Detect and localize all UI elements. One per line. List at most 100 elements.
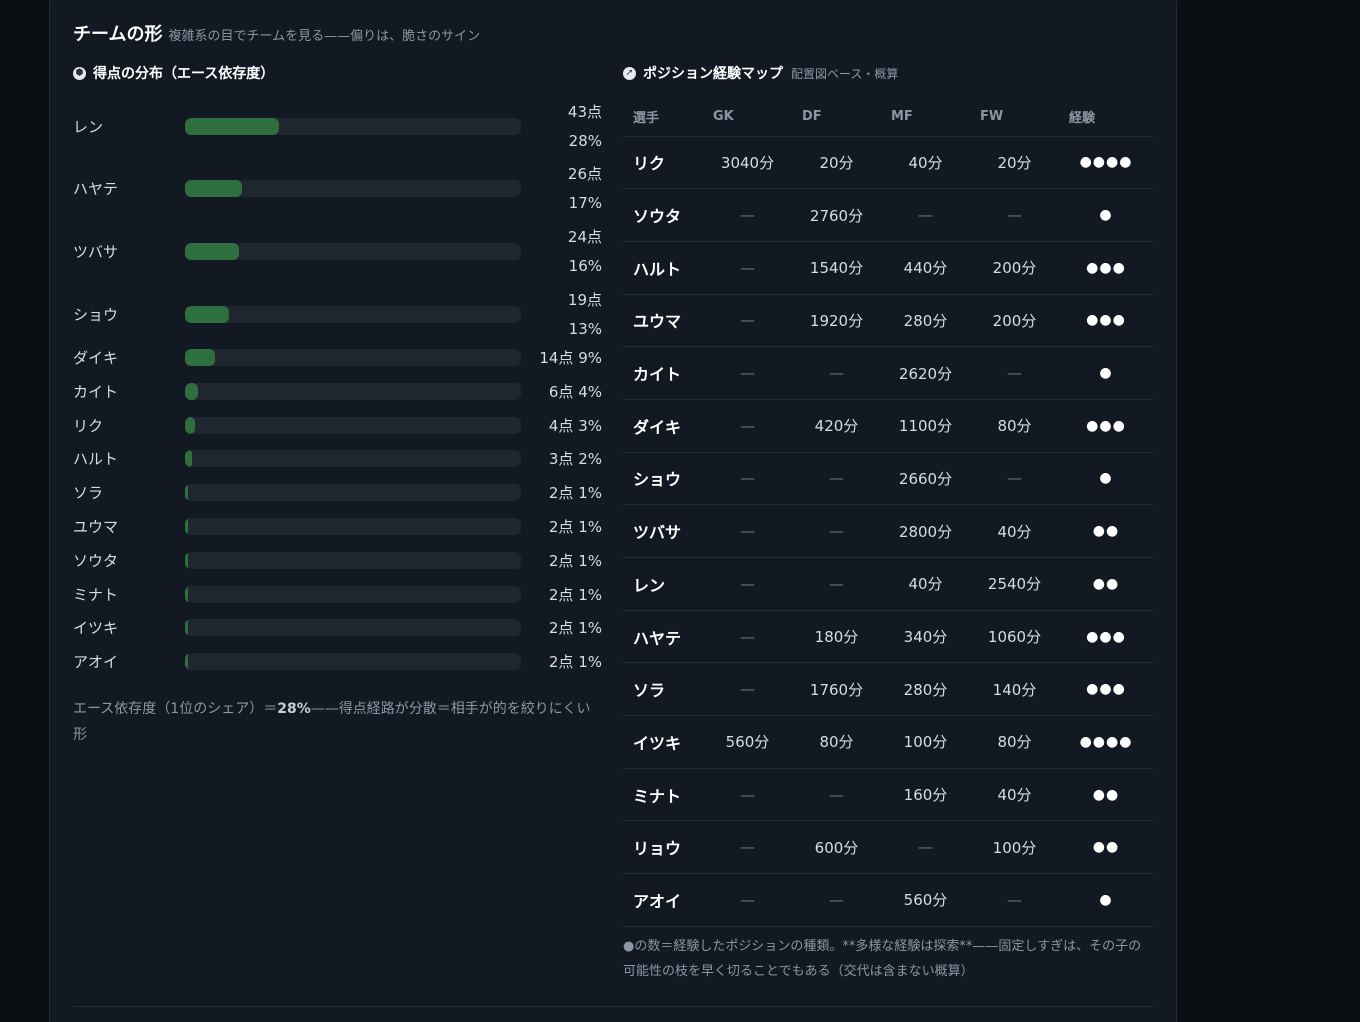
- experience-dots-cell: ●●: [1059, 768, 1153, 822]
- score-bar-fill: [185, 450, 192, 468]
- score-share: 17%: [568, 194, 602, 212]
- score-bar-fill: [185, 306, 229, 323]
- mf-minutes-cell: 440分: [881, 241, 970, 295]
- score-bar-track: [185, 551, 521, 569]
- score-bar-row: レン 43点 28%: [73, 98, 605, 156]
- score-bar-fill: [185, 180, 242, 197]
- score-bar-row: ダイキ 14点 9%: [73, 345, 605, 371]
- player-name-cell: アオイ: [623, 873, 703, 927]
- score-bar-row: ハルト 3点 2%: [73, 446, 605, 472]
- table-row: イツキ 560分 80分 100分 80分 ●●●●: [623, 715, 1153, 769]
- mf-minutes-cell: 2660分: [881, 452, 970, 506]
- experience-dots-cell: ●●●: [1059, 399, 1153, 453]
- score-share: 16%: [568, 257, 602, 275]
- score-section-header: ⬢ 得点の分布（エース依存度）: [73, 62, 605, 84]
- score-bar-row: ショウ 19点 13%: [73, 286, 605, 344]
- score-bar-track: [185, 416, 521, 434]
- score-value: 2点 1%: [549, 617, 602, 638]
- score-share: 4%: [578, 382, 602, 401]
- player-name-cell: ショウ: [623, 452, 703, 506]
- score-share: 13%: [568, 320, 602, 338]
- score-points: 2点: [548, 518, 574, 536]
- score-value: 4点 3%: [549, 415, 602, 436]
- gk-minutes-cell: —: [703, 662, 792, 717]
- score-points: 2点: [548, 484, 574, 503]
- position-table: 選手 GK DF MF FW 経験 リク 3040分 20分 40分 20分 ●●●● ソウ…: [623, 98, 1153, 927]
- player-name: レン: [73, 118, 104, 136]
- player-name: イツキ: [73, 619, 119, 638]
- fw-minutes-cell: —: [970, 452, 1059, 506]
- table-row: リョウ —600分 —100分 ●●: [623, 820, 1153, 875]
- fw-minutes-cell: 20分: [970, 136, 1059, 190]
- score-bar-row: ユウマ 2点 1%: [73, 514, 605, 540]
- experience-dots-cell: ●●: [1059, 820, 1153, 875]
- score-bar-track: [185, 243, 521, 260]
- score-value: 19点 13%: [568, 286, 602, 344]
- df-minutes-cell: —: [792, 452, 881, 506]
- gk-minutes-cell: —: [703, 610, 792, 664]
- score-bar-row: イツキ 2点 1%: [73, 615, 605, 641]
- player-name-cell: ツバサ: [623, 504, 703, 558]
- fw-minutes-cell: 200分: [970, 294, 1059, 348]
- experience-dots-cell: ●: [1059, 188, 1153, 242]
- gk-minutes-cell: 560分: [703, 715, 792, 769]
- df-minutes-cell: 1920分: [792, 294, 881, 348]
- score-bar-fill: [185, 118, 279, 135]
- score-bar-fill: [185, 551, 188, 569]
- experience-dots-cell: ●●●: [1059, 294, 1153, 348]
- score-points: 2点: [548, 653, 574, 672]
- fw-minutes-cell: 200分: [970, 241, 1059, 295]
- score-share: 3%: [578, 416, 602, 435]
- gk-minutes-cell: —: [703, 452, 792, 506]
- ace-dependency-note: エース依存度（1位のシェア）＝28%——得点経路が分散＝相手が的を絞りにくい形: [73, 696, 601, 748]
- score-bar-row: リク 4点 3%: [73, 413, 605, 439]
- score-bar-row: ハヤテ 26点 17%: [73, 160, 605, 218]
- col-header-gk: GK: [703, 98, 792, 137]
- gk-minutes-cell: —: [703, 241, 792, 295]
- gk-minutes-cell: —: [703, 768, 792, 822]
- score-bar-fill: [185, 653, 188, 671]
- player-name-cell: カイト: [623, 346, 703, 400]
- experience-dots-cell: ●: [1059, 346, 1153, 400]
- fw-minutes-cell: 80分: [970, 715, 1059, 769]
- score-points: 3点: [548, 450, 574, 469]
- score-bar-fill: [185, 416, 195, 434]
- df-minutes-cell: 1760分: [792, 662, 881, 717]
- mf-minutes-cell: 40分: [881, 557, 970, 611]
- player-name: ミナト: [73, 585, 119, 604]
- score-bar-row: ツバサ 24点 16%: [73, 223, 605, 281]
- table-row: ハヤテ —180分 340分 1060分 ●●●: [623, 610, 1153, 664]
- score-bar-row: カイト 6点 4%: [73, 379, 605, 405]
- player-name-cell: リク: [623, 136, 703, 190]
- gk-minutes-cell: —: [703, 399, 792, 453]
- mf-minutes-cell: 560分: [881, 873, 970, 927]
- df-minutes-cell: —: [792, 504, 881, 558]
- experience-dots-cell: ●●●●: [1059, 136, 1153, 190]
- score-points: 26点: [567, 165, 602, 183]
- experience-dots-cell: ●●●: [1059, 241, 1153, 295]
- experience-dots-cell: ●: [1059, 873, 1153, 927]
- gk-minutes-cell: —: [703, 820, 792, 875]
- score-share: 1%: [578, 653, 602, 672]
- mf-minutes-cell: 100分: [881, 715, 970, 769]
- score-value: 14点 9%: [539, 347, 602, 368]
- score-value: 26点 17%: [568, 160, 602, 218]
- gk-minutes-cell: —: [703, 557, 792, 611]
- score-bar-fill: [185, 585, 188, 603]
- score-bar-track: [185, 306, 521, 323]
- mf-minutes-cell: —: [881, 188, 970, 242]
- player-name: リク: [73, 416, 104, 435]
- score-points: 6点: [548, 382, 574, 401]
- table-row: ハルト —1540分 440分 200分 ●●●: [623, 241, 1153, 295]
- df-minutes-cell: —: [792, 873, 881, 927]
- player-name-cell: ハルト: [623, 241, 703, 295]
- table-row: ショウ — —2660分 — ●: [623, 452, 1153, 506]
- experience-dots-cell: ●●: [1059, 557, 1153, 611]
- card-header: チームの形 複雑系の目でチームを見る——偏りは、脆さのサイン: [73, 20, 480, 46]
- df-minutes-cell: —: [792, 768, 881, 822]
- score-bar-row: ソウタ 2点 1%: [73, 548, 605, 574]
- score-bar-track: [185, 653, 521, 671]
- score-points: 24点: [567, 228, 602, 246]
- player-name: ショウ: [73, 306, 119, 324]
- table-row: ユウマ —1920分 280分 200分 ●●●: [623, 294, 1153, 348]
